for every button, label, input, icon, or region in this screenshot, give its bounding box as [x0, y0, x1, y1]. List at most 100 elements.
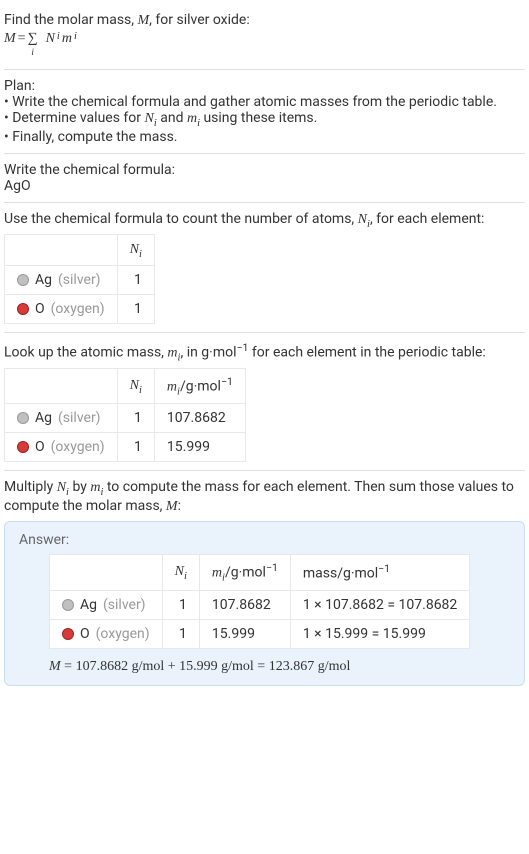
eq-m-sub: i	[74, 31, 77, 42]
header-n: Ni	[117, 234, 154, 266]
multiply-text: Multiply Ni by mi to compute the mass fo…	[4, 479, 525, 515]
element-sym: Ag	[35, 272, 52, 288]
element-sym: O	[80, 626, 90, 642]
mass-mid: , in g·mol	[180, 345, 236, 361]
table-header-row: Ni mi/g·mol−1	[5, 368, 246, 403]
eq-n: N	[46, 31, 55, 47]
table-row: O (oxygen) 1	[5, 295, 155, 324]
element-o: O (oxygen)	[50, 619, 163, 648]
count-suffix: , for each element:	[370, 211, 485, 227]
header-empty	[5, 234, 118, 266]
formula-section: Write the chemical formula: AgO	[4, 154, 525, 203]
plan-b2-m: m	[187, 111, 197, 126]
element-name: (oxygen)	[96, 626, 150, 642]
answer-table: Ni mi/g·mol−1 mass/g·mol−1 Ag (silver) 1…	[49, 554, 470, 648]
header-n-sub: i	[139, 248, 142, 259]
count-title: Use the chemical formula to count the nu…	[4, 211, 525, 230]
table-header-row: Ni	[5, 234, 155, 266]
plan-title: Plan:	[4, 78, 525, 94]
plan-b2-suffix: using these items.	[200, 110, 317, 126]
element-sym: Ag	[35, 410, 52, 426]
count-prefix: Use the chemical formula to count the nu…	[4, 211, 358, 227]
m-ag: 107.8682	[154, 404, 245, 433]
element-ag: Ag (silver)	[50, 590, 163, 619]
element-o: O (oxygen)	[5, 295, 118, 324]
m-o: 15.999	[154, 433, 245, 462]
mult-by: by	[69, 479, 90, 495]
oxygen-swatch-icon	[62, 628, 74, 640]
plan-section: Plan: • Write the chemical formula and g…	[4, 70, 525, 154]
multiply-section: Multiply Ni by mi to compute the mass fo…	[4, 471, 525, 693]
header-n: Ni	[117, 368, 154, 403]
count-table: Ni Ag (silver) 1 O (oxygen) 1	[4, 234, 155, 325]
mult-m: m	[90, 480, 100, 495]
element-o: O (oxygen)	[5, 433, 118, 462]
intro-prefix: Find the molar mass,	[4, 12, 138, 28]
eq-equals: =	[18, 31, 26, 47]
count-n: N	[358, 212, 367, 227]
header-m-unit: /g·mol	[180, 379, 221, 395]
eq-lhs: M	[4, 31, 16, 47]
header-n-var: N	[175, 564, 184, 579]
header-m: mi/g·mol−1	[199, 555, 290, 590]
silver-swatch-icon	[62, 599, 74, 611]
mass-suffix: for each element in the periodic table:	[248, 345, 485, 361]
molar-equation: M = ∑ i Nimi	[4, 31, 525, 47]
header-empty	[50, 555, 163, 590]
header-mass-exp: −1	[378, 562, 390, 575]
intro-line: Find the molar mass, M, for silver oxide…	[4, 12, 525, 29]
n-ag: 1	[117, 404, 154, 433]
mass-section: Look up the atomic mass, mi, in g·mol−1 …	[4, 333, 525, 471]
mass-prefix: Look up the atomic mass,	[4, 345, 167, 361]
element-ag: Ag (silver)	[5, 404, 118, 433]
header-m-var: m	[167, 380, 177, 395]
count-o: 1	[117, 295, 154, 324]
header-m-unit: /g·mol	[225, 565, 266, 581]
header-n-var: N	[130, 378, 139, 393]
plan-b2-and: and	[157, 110, 187, 126]
mass-table: Ni mi/g·mol−1 Ag (silver) 1 107.8682 O (…	[4, 368, 246, 462]
header-mass: mass/g·mol−1	[290, 555, 469, 590]
header-m: mi/g·mol−1	[154, 368, 245, 403]
sum-symbol: ∑ i	[28, 31, 38, 47]
ans-mass-o: 1 × 15.999 = 15.999	[290, 619, 469, 648]
ans-m-o: 15.999	[199, 619, 290, 648]
element-sym: O	[35, 301, 45, 317]
ans-m-ag: 107.8682	[199, 590, 290, 619]
plan-b2-n: N	[144, 111, 153, 126]
final-eq-text: = 107.8682 g/mol + 15.999 g/mol = 123.86…	[61, 659, 351, 674]
intro-var-m: M	[138, 13, 150, 28]
ans-n-ag: 1	[162, 590, 199, 619]
table-row: Ag (silver) 1 107.8682 1 × 107.8682 = 10…	[50, 590, 470, 619]
final-M: M	[49, 659, 61, 674]
table-row: Ag (silver) 1	[5, 266, 155, 295]
element-name: (silver)	[58, 410, 101, 426]
mult-prefix: Multiply	[4, 479, 57, 495]
sum-index: i	[31, 47, 34, 58]
final-equation: M = 107.8682 g/mol + 15.999 g/mol = 123.…	[49, 659, 510, 675]
silver-swatch-icon	[17, 274, 29, 286]
element-name: (oxygen)	[51, 301, 105, 317]
chemical-formula: AgO	[4, 178, 525, 194]
header-m-exp: −1	[221, 375, 233, 388]
header-n-sub: i	[184, 571, 187, 582]
header-n-var: N	[130, 242, 139, 257]
header-n: Ni	[162, 555, 199, 590]
n-o: 1	[117, 433, 154, 462]
plan-bullet-2: • Determine values for Ni and mi using t…	[4, 110, 525, 129]
table-header-row: Ni mi/g·mol−1 mass/g·mol−1	[50, 555, 470, 590]
header-mass-text: mass/g·mol	[303, 566, 378, 582]
table-row: O (oxygen) 1 15.999	[5, 433, 246, 462]
oxygen-swatch-icon	[17, 303, 29, 315]
ans-n-o: 1	[162, 619, 199, 648]
intro-suffix: , for silver oxide:	[149, 12, 250, 28]
plan-b2-prefix: • Determine values for	[4, 110, 144, 126]
mass-m: m	[167, 346, 177, 361]
header-empty	[5, 368, 118, 403]
element-ag: Ag (silver)	[5, 266, 118, 295]
element-sym: Ag	[80, 597, 97, 613]
sum-sigma: ∑	[28, 31, 38, 46]
mult-Mvar: M	[166, 499, 178, 514]
silver-swatch-icon	[17, 412, 29, 424]
header-m-exp: −1	[266, 561, 278, 574]
